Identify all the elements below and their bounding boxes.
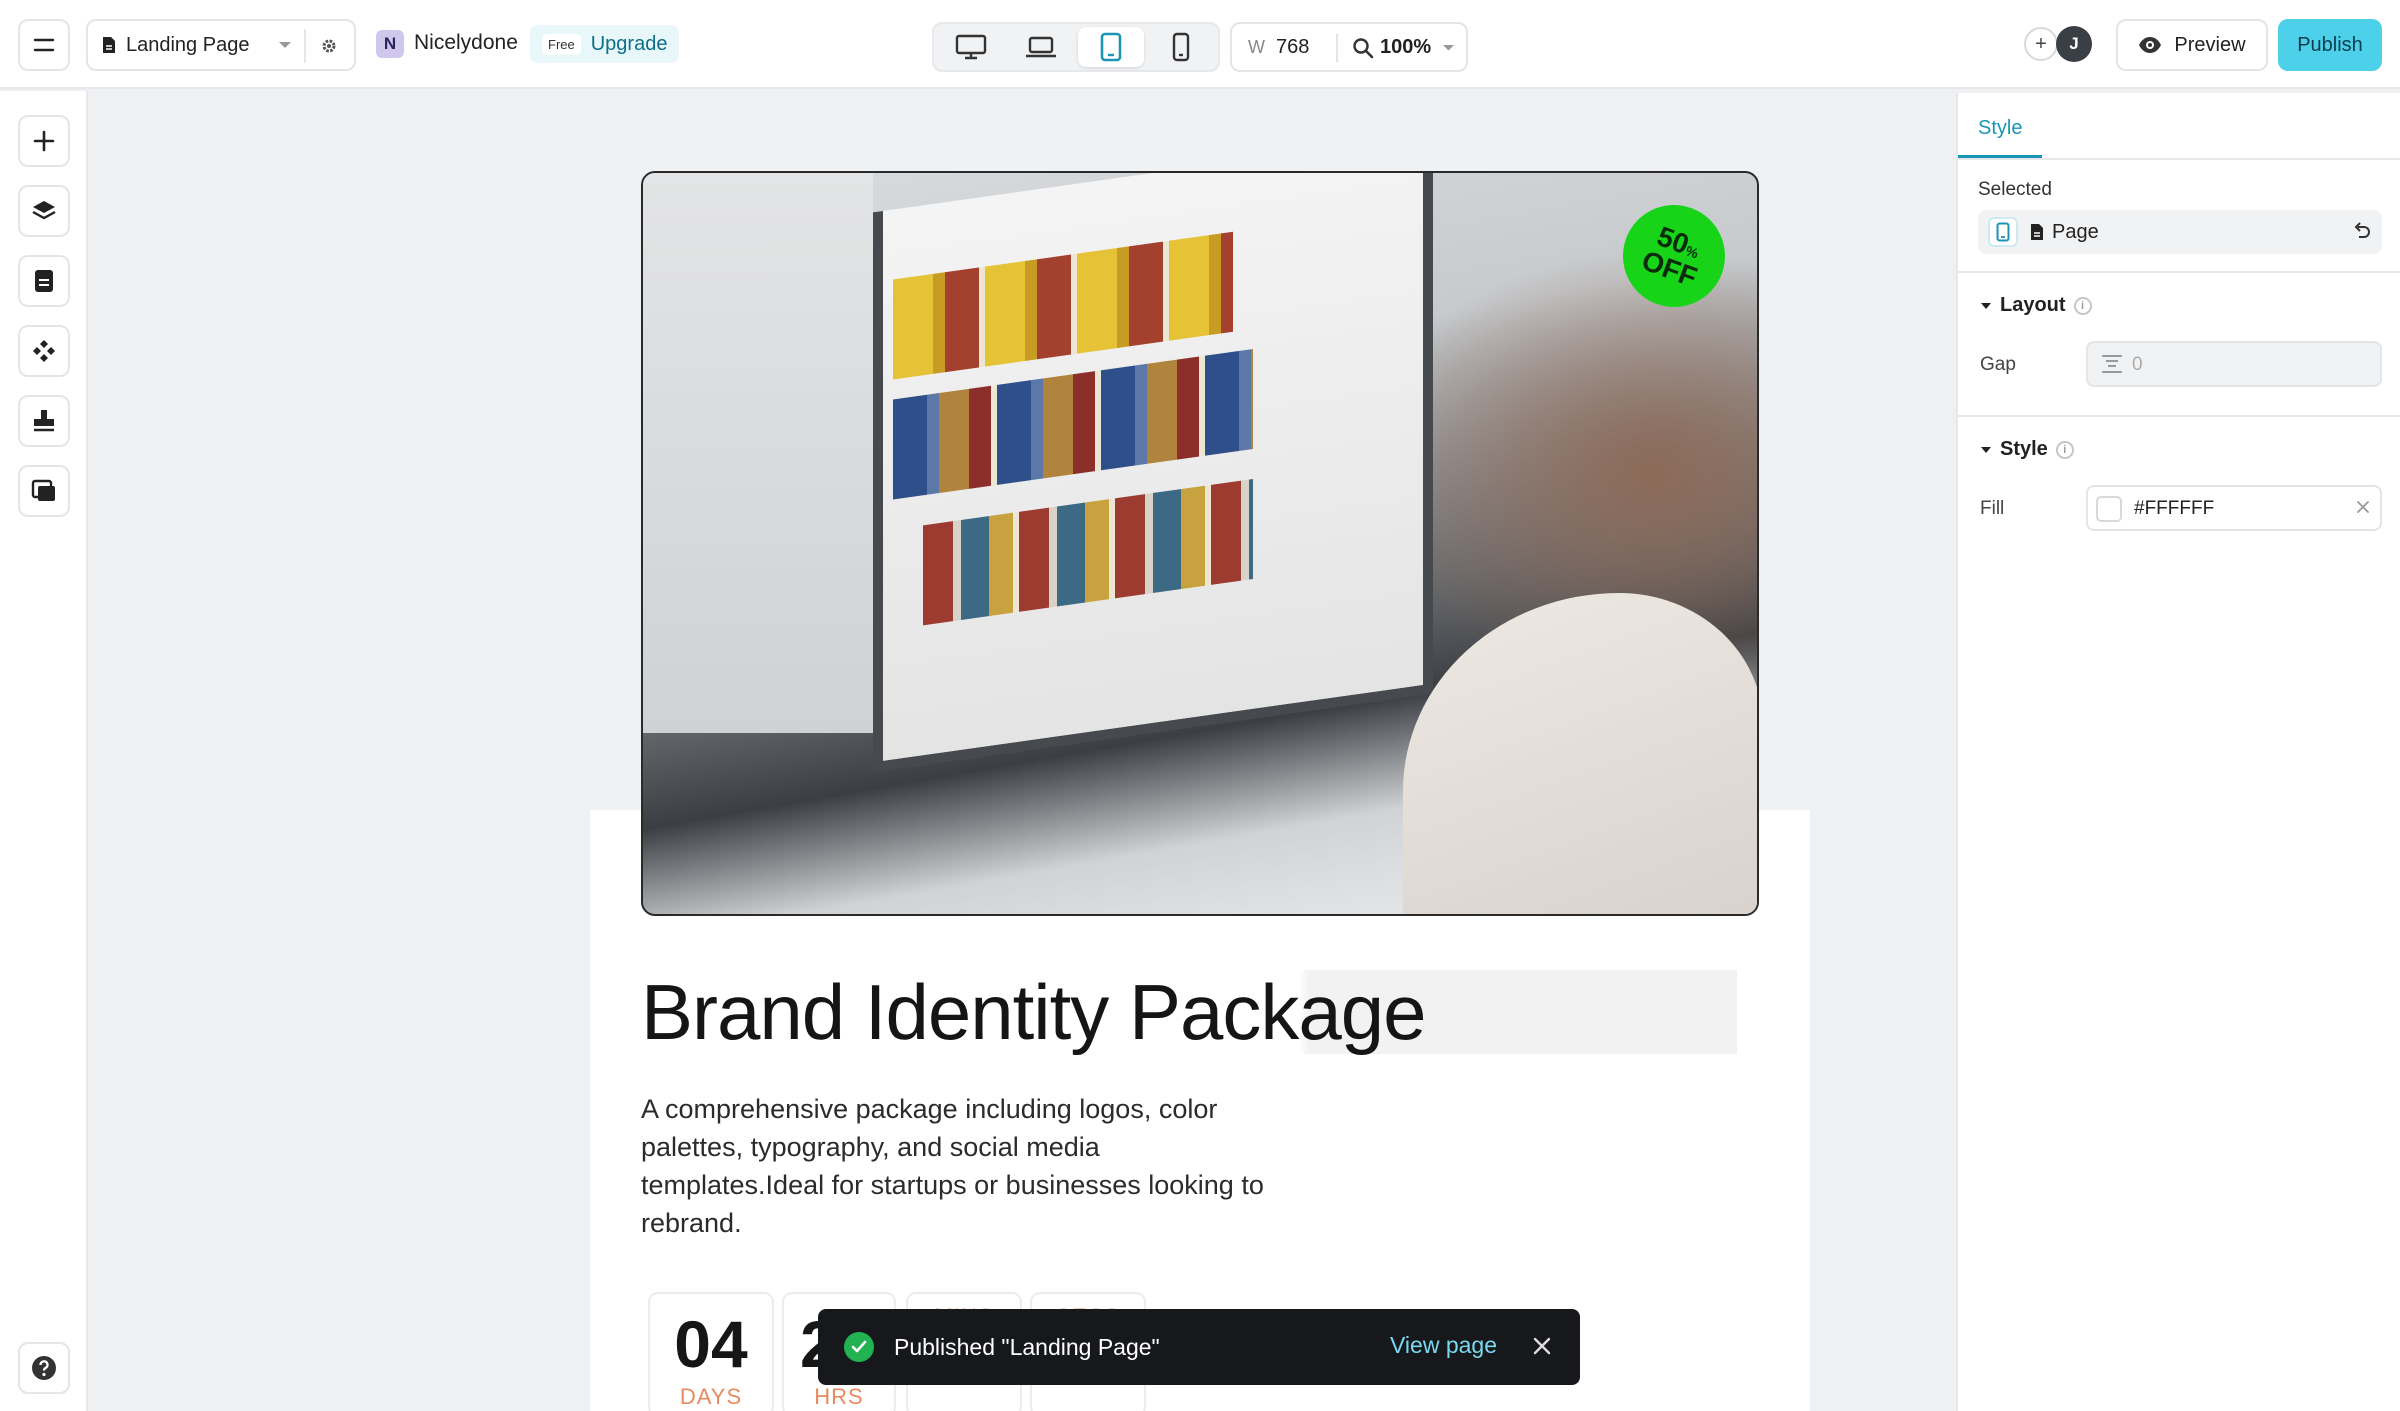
info-icon[interactable]: i xyxy=(2073,296,2092,315)
width-input[interactable]: 768 xyxy=(1276,36,1309,59)
chevron-down-icon xyxy=(279,42,291,48)
chevron-down-icon xyxy=(1443,45,1454,51)
preview-label: Preview xyxy=(2174,33,2246,56)
style-section-title: Style xyxy=(2000,438,2048,460)
components-icon xyxy=(33,340,55,362)
eye-icon xyxy=(2139,37,2162,53)
fill-value: #FFFFFF xyxy=(2134,498,2215,519)
help-button[interactable] xyxy=(18,1342,70,1394)
success-check-icon xyxy=(844,1332,874,1362)
gap-input[interactable]: 0 xyxy=(2086,341,2382,387)
selected-element-name: Page xyxy=(2052,221,2099,243)
width-label: W xyxy=(1248,37,1265,57)
layout-section-title: Layout xyxy=(2000,294,2066,316)
page-selector[interactable]: Landing Page xyxy=(86,19,356,71)
left-toolbar xyxy=(0,91,88,1411)
device-switcher xyxy=(932,22,1220,72)
selected-label: Selected xyxy=(1978,179,2052,200)
countdown-days[interactable]: 04 DAYS xyxy=(648,1292,774,1411)
layers-button[interactable] xyxy=(18,185,70,237)
layout-section-header[interactable]: Layout i xyxy=(1980,294,2092,317)
laptop-icon xyxy=(1026,36,1056,58)
undo-icon[interactable] xyxy=(2352,222,2372,242)
viewport-size-controls: W 768 100% xyxy=(1230,22,1468,72)
workspace-badge[interactable]: N xyxy=(376,30,404,58)
view-page-link[interactable]: View page xyxy=(1390,1332,1497,1359)
upgrade-pill[interactable]: Free Upgrade xyxy=(530,25,680,63)
fill-label: Fill xyxy=(1980,498,2005,519)
info-icon[interactable]: i xyxy=(2055,440,2074,459)
gap-icon xyxy=(2102,355,2122,373)
add-icon xyxy=(33,130,55,152)
monitor-icon xyxy=(955,34,987,60)
style-section-header[interactable]: Style i xyxy=(1980,438,2074,461)
tab-style[interactable]: Style xyxy=(1978,117,2022,140)
properties-panel: Style Selected Page Layout i Gap 0 Style… xyxy=(1956,93,2400,1411)
caret-down-icon xyxy=(1981,302,1991,309)
top-bar: Landing Page N Nicelydone Free Upgrade W… xyxy=(0,0,2400,89)
components-button[interactable] xyxy=(18,325,70,377)
gap-value: 0 xyxy=(2132,354,2143,375)
product-title[interactable]: Brand Identity Package xyxy=(641,970,1737,1054)
tablet-icon xyxy=(1988,217,2018,247)
upgrade-link[interactable]: Upgrade xyxy=(591,33,668,56)
hero-image[interactable] xyxy=(641,171,1759,916)
media-icon xyxy=(31,479,55,501)
pages-icon xyxy=(35,270,53,292)
zoom-select[interactable]: 100% xyxy=(1380,36,1431,59)
layers-icon xyxy=(32,201,56,220)
monitor-screen-illustration xyxy=(873,173,1433,773)
help-icon xyxy=(32,1356,56,1380)
countdown-label: HRS xyxy=(814,1384,864,1409)
countdown-value: 04 xyxy=(674,1307,748,1381)
zoom-icon xyxy=(1353,38,1374,59)
caret-down-icon xyxy=(1981,446,1991,453)
gap-label: Gap xyxy=(1980,354,2016,375)
preview-button[interactable]: Preview xyxy=(2116,19,2268,71)
media-button[interactable] xyxy=(18,465,70,517)
gear-icon[interactable] xyxy=(320,37,338,55)
countdown-label: DAYS xyxy=(679,1384,743,1409)
clear-icon[interactable] xyxy=(2356,500,2370,514)
pages-button[interactable] xyxy=(18,255,70,307)
menu-icon xyxy=(33,38,55,52)
page-selector-label: Landing Page xyxy=(126,33,250,56)
add-collaborator-button[interactable]: + xyxy=(2024,27,2058,61)
mobile-icon xyxy=(1172,32,1190,62)
menu-button[interactable] xyxy=(18,19,70,71)
publish-button[interactable]: Publish xyxy=(2278,19,2382,71)
page-doc-icon xyxy=(103,37,115,53)
toast-message: Published "Landing Page" xyxy=(894,1333,1160,1360)
add-element-button[interactable] xyxy=(18,115,70,167)
device-desktop-large-button[interactable] xyxy=(938,27,1004,67)
device-tablet-button[interactable] xyxy=(1078,27,1144,67)
stamp-icon xyxy=(34,410,54,432)
device-mobile-button[interactable] xyxy=(1148,27,1214,67)
stamp-button[interactable] xyxy=(18,395,70,447)
publish-toast: Published "Landing Page" View page xyxy=(818,1309,1580,1385)
page-doc-icon xyxy=(2031,224,2043,240)
user-avatar[interactable]: J xyxy=(2056,26,2092,62)
workspace-name[interactable]: Nicelydone xyxy=(414,31,518,55)
fill-color-swatch[interactable] xyxy=(2096,496,2122,522)
tablet-icon xyxy=(1100,32,1122,62)
fill-input[interactable]: #FFFFFF xyxy=(2086,485,2382,531)
close-icon[interactable] xyxy=(1530,1334,1554,1358)
device-desktop-button[interactable] xyxy=(1008,27,1074,67)
product-description[interactable]: A comprehensive package including logos,… xyxy=(641,1090,1281,1242)
plan-badge: Free xyxy=(542,33,581,55)
selected-element-row[interactable]: Page xyxy=(1978,210,2382,254)
